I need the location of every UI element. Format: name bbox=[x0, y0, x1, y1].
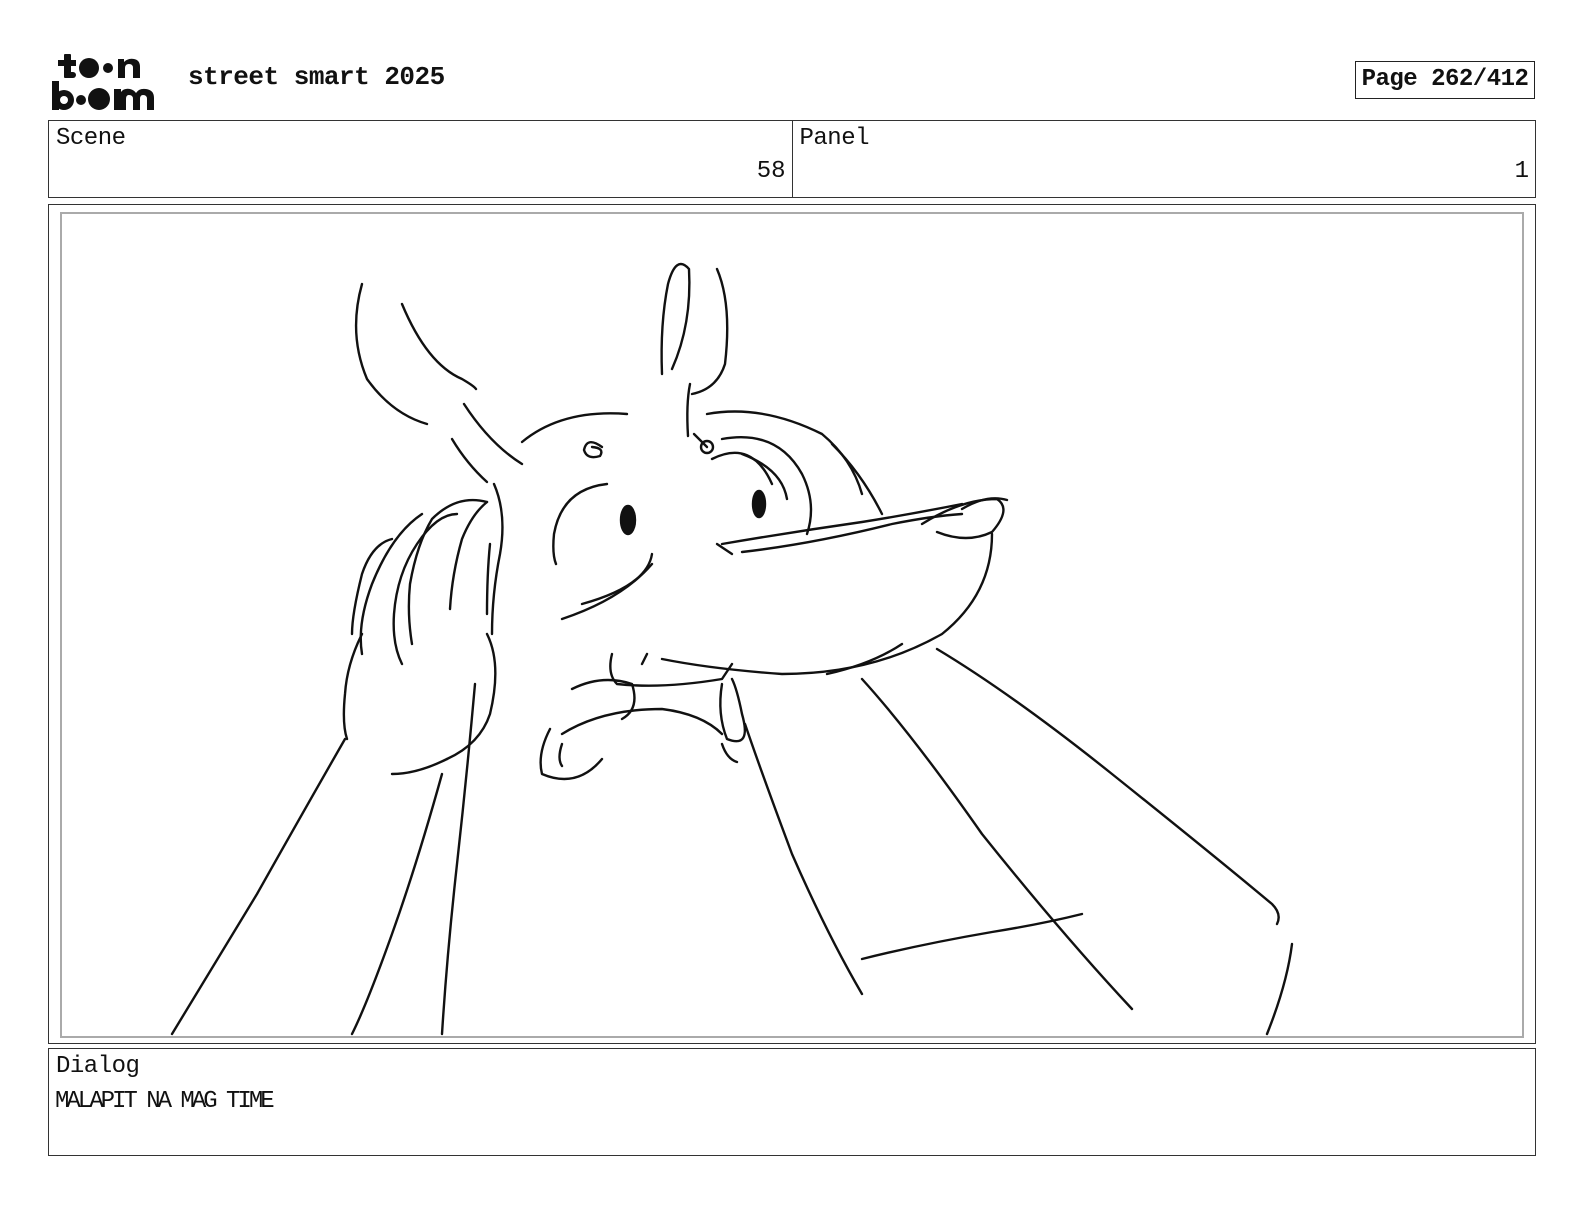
scene-cell: Scene 58 bbox=[49, 121, 792, 197]
dialog-label: Dialog bbox=[56, 1053, 140, 1080]
storyboard-panel-frame bbox=[48, 204, 1536, 1044]
sketch-drawing bbox=[170, 262, 1294, 1036]
dialog-box: Dialog MALAPIT NA MAG TIME bbox=[48, 1048, 1536, 1156]
scene-label: Scene bbox=[56, 125, 126, 152]
storyboard-drawing-area bbox=[60, 212, 1524, 1038]
scene-number: 58 bbox=[756, 158, 786, 185]
toon-boom-logo bbox=[52, 54, 154, 110]
project-title: street smart 2025 bbox=[188, 62, 445, 92]
page-indicator: Page 262/412 bbox=[1355, 61, 1535, 99]
panel-number: 1 bbox=[1514, 158, 1529, 185]
scene-panel-info: Scene 58 Panel 1 bbox=[48, 120, 1536, 198]
panel-cell: Panel 1 bbox=[791, 121, 1536, 197]
panel-label: Panel bbox=[799, 125, 870, 152]
dialog-text: MALAPIT NA MAG TIME bbox=[55, 1088, 275, 1115]
